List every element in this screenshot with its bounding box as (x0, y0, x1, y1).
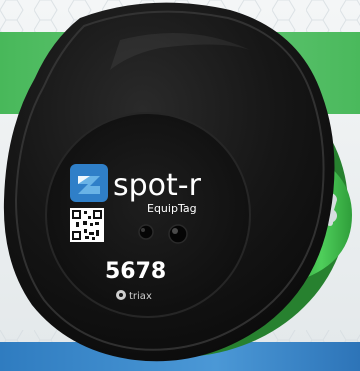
product-photo: spot-r EquipTag 5678 triax (0, 0, 360, 371)
product-name: EquipTag (147, 202, 197, 215)
manufacturer-name: triax (129, 291, 152, 302)
qr-code-icon (70, 208, 104, 242)
brand-name: spot-r (113, 168, 202, 203)
product-illustration: spot-r EquipTag 5678 triax (0, 0, 360, 371)
spot-r-logo-icon (70, 164, 108, 202)
triax-logo-icon (116, 290, 126, 300)
tag-number: 5678 (105, 259, 166, 284)
